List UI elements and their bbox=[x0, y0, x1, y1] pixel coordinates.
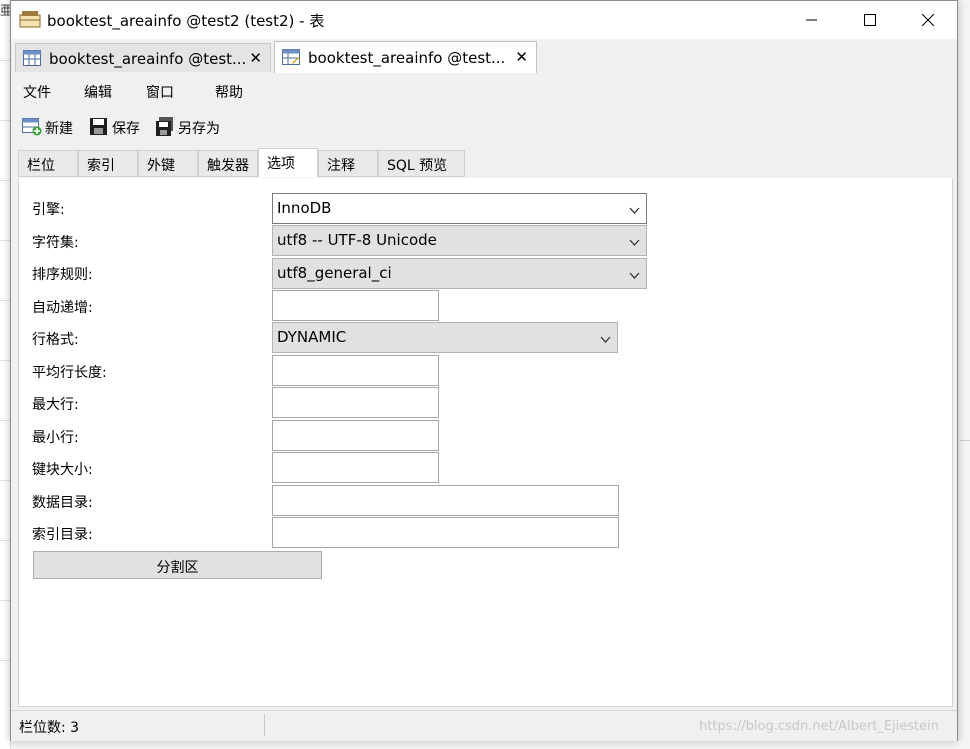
tab-options[interactable]: 选项 bbox=[258, 148, 318, 177]
tab-close-icon[interactable]: ✕ bbox=[249, 49, 262, 67]
auto-increment-label: 自动递增: bbox=[32, 300, 93, 316]
table-window-icon bbox=[19, 10, 41, 28]
tab-foreign-keys[interactable]: 外键 bbox=[138, 150, 198, 177]
menu-bar: 文件 编辑 窗口 帮助 bbox=[11, 73, 957, 110]
status-separator bbox=[264, 714, 265, 736]
doc-tab-2[interactable]: booktest_areainfo @test... ✕ bbox=[274, 41, 537, 73]
min-rows-label: 最小行: bbox=[32, 430, 79, 446]
row-format-label: 行格式: bbox=[32, 332, 79, 348]
table-designer-window: booktest_areainfo @test2 (test2) - 表 boo… bbox=[10, 0, 958, 741]
close-window-button[interactable] bbox=[899, 1, 957, 39]
save-as-icon bbox=[155, 117, 175, 136]
doc-tab-label: booktest_areainfo @test... bbox=[49, 50, 247, 68]
doc-tab-label: booktest_areainfo @test... bbox=[308, 49, 506, 67]
window-title: booktest_areainfo @test2 (test2) - 表 bbox=[47, 12, 325, 30]
menu-window[interactable]: 窗口 bbox=[146, 82, 174, 102]
collation-value: utf8_general_ci bbox=[277, 264, 392, 282]
doc-tab-1[interactable]: booktest_areainfo @test... ✕ bbox=[15, 43, 271, 72]
index-directory-label: 索引目录: bbox=[32, 527, 93, 543]
title-bar: booktest_areainfo @test2 (test2) - 表 bbox=[11, 1, 957, 39]
chevron-down-icon bbox=[629, 267, 640, 285]
menu-file[interactable]: 文件 bbox=[23, 82, 51, 102]
table-design-icon bbox=[282, 49, 300, 65]
field-count-status: 栏位数: 3 bbox=[19, 720, 80, 736]
new-table-icon bbox=[22, 117, 42, 136]
tab-triggers[interactable]: 触发器 bbox=[198, 150, 258, 177]
row-format-value: DYNAMIC bbox=[277, 328, 347, 346]
charset-value: utf8 -- UTF-8 Unicode bbox=[277, 231, 437, 249]
charset-label: 字符集: bbox=[32, 235, 79, 251]
chevron-down-icon bbox=[600, 331, 611, 349]
tab-fields[interactable]: 栏位 bbox=[18, 150, 78, 177]
maximize-icon bbox=[864, 14, 876, 26]
new-label: 新建 bbox=[45, 121, 73, 137]
max-rows-label: 最大行: bbox=[32, 397, 79, 413]
maximize-button[interactable] bbox=[841, 1, 899, 39]
close-icon bbox=[921, 13, 935, 27]
min-rows-input[interactable] bbox=[272, 420, 439, 451]
partition-button[interactable]: 分割区 bbox=[33, 551, 322, 579]
auto-increment-input[interactable] bbox=[272, 290, 439, 321]
tab-close-icon[interactable]: ✕ bbox=[515, 48, 528, 66]
minimize-icon bbox=[806, 19, 817, 21]
document-tab-strip: booktest_areainfo @test... ✕ booktest_ar… bbox=[11, 39, 957, 74]
chevron-down-icon bbox=[629, 234, 640, 252]
chevron-down-icon bbox=[629, 202, 640, 220]
save-as-label: 另存为 bbox=[178, 121, 220, 137]
tab-indexes[interactable]: 索引 bbox=[78, 150, 138, 177]
collation-label: 排序规则: bbox=[32, 267, 93, 283]
property-tab-strip: 栏位 索引 外键 触发器 选项 注释 SQL 预览 bbox=[18, 148, 950, 179]
menu-edit[interactable]: 编辑 bbox=[84, 82, 112, 102]
table-icon bbox=[23, 50, 41, 66]
engine-label: 引擎: bbox=[32, 202, 65, 218]
save-label: 保存 bbox=[112, 121, 140, 137]
key-block-size-input[interactable] bbox=[272, 452, 439, 483]
avg-row-length-label: 平均行长度: bbox=[32, 365, 107, 381]
collation-select[interactable]: utf8_general_ci bbox=[272, 258, 647, 289]
max-rows-input[interactable] bbox=[272, 387, 439, 418]
options-panel: 引擎: InnoDB 字符集: utf8 -- UTF-8 Unicode 排序… bbox=[18, 178, 953, 707]
menu-help[interactable]: 帮助 bbox=[215, 82, 243, 102]
engine-value: InnoDB bbox=[277, 199, 332, 217]
status-bar: 栏位数: 3 https://blog.csdn.net/Albert_Ejie… bbox=[11, 710, 957, 741]
toolbar: 新建 保存 另存为 bbox=[11, 109, 957, 145]
charset-select[interactable]: utf8 -- UTF-8 Unicode bbox=[272, 225, 647, 256]
row-format-select[interactable]: DYNAMIC bbox=[272, 322, 618, 353]
key-block-size-label: 键块大小: bbox=[32, 462, 93, 478]
data-directory-label: 数据目录: bbox=[32, 495, 93, 511]
background-divider bbox=[960, 440, 970, 441]
engine-select[interactable]: InnoDB bbox=[272, 193, 647, 224]
watermark-text: https://blog.csdn.net/Albert_Ejiestein bbox=[699, 719, 939, 734]
index-directory-input[interactable] bbox=[272, 517, 619, 548]
tab-sql-preview[interactable]: SQL 预览 bbox=[378, 150, 465, 177]
data-directory-input[interactable] bbox=[272, 485, 619, 516]
save-icon bbox=[89, 117, 109, 136]
tab-comments[interactable]: 注释 bbox=[318, 150, 378, 177]
avg-row-length-input[interactable] bbox=[272, 355, 439, 386]
minimize-button[interactable] bbox=[783, 1, 841, 39]
